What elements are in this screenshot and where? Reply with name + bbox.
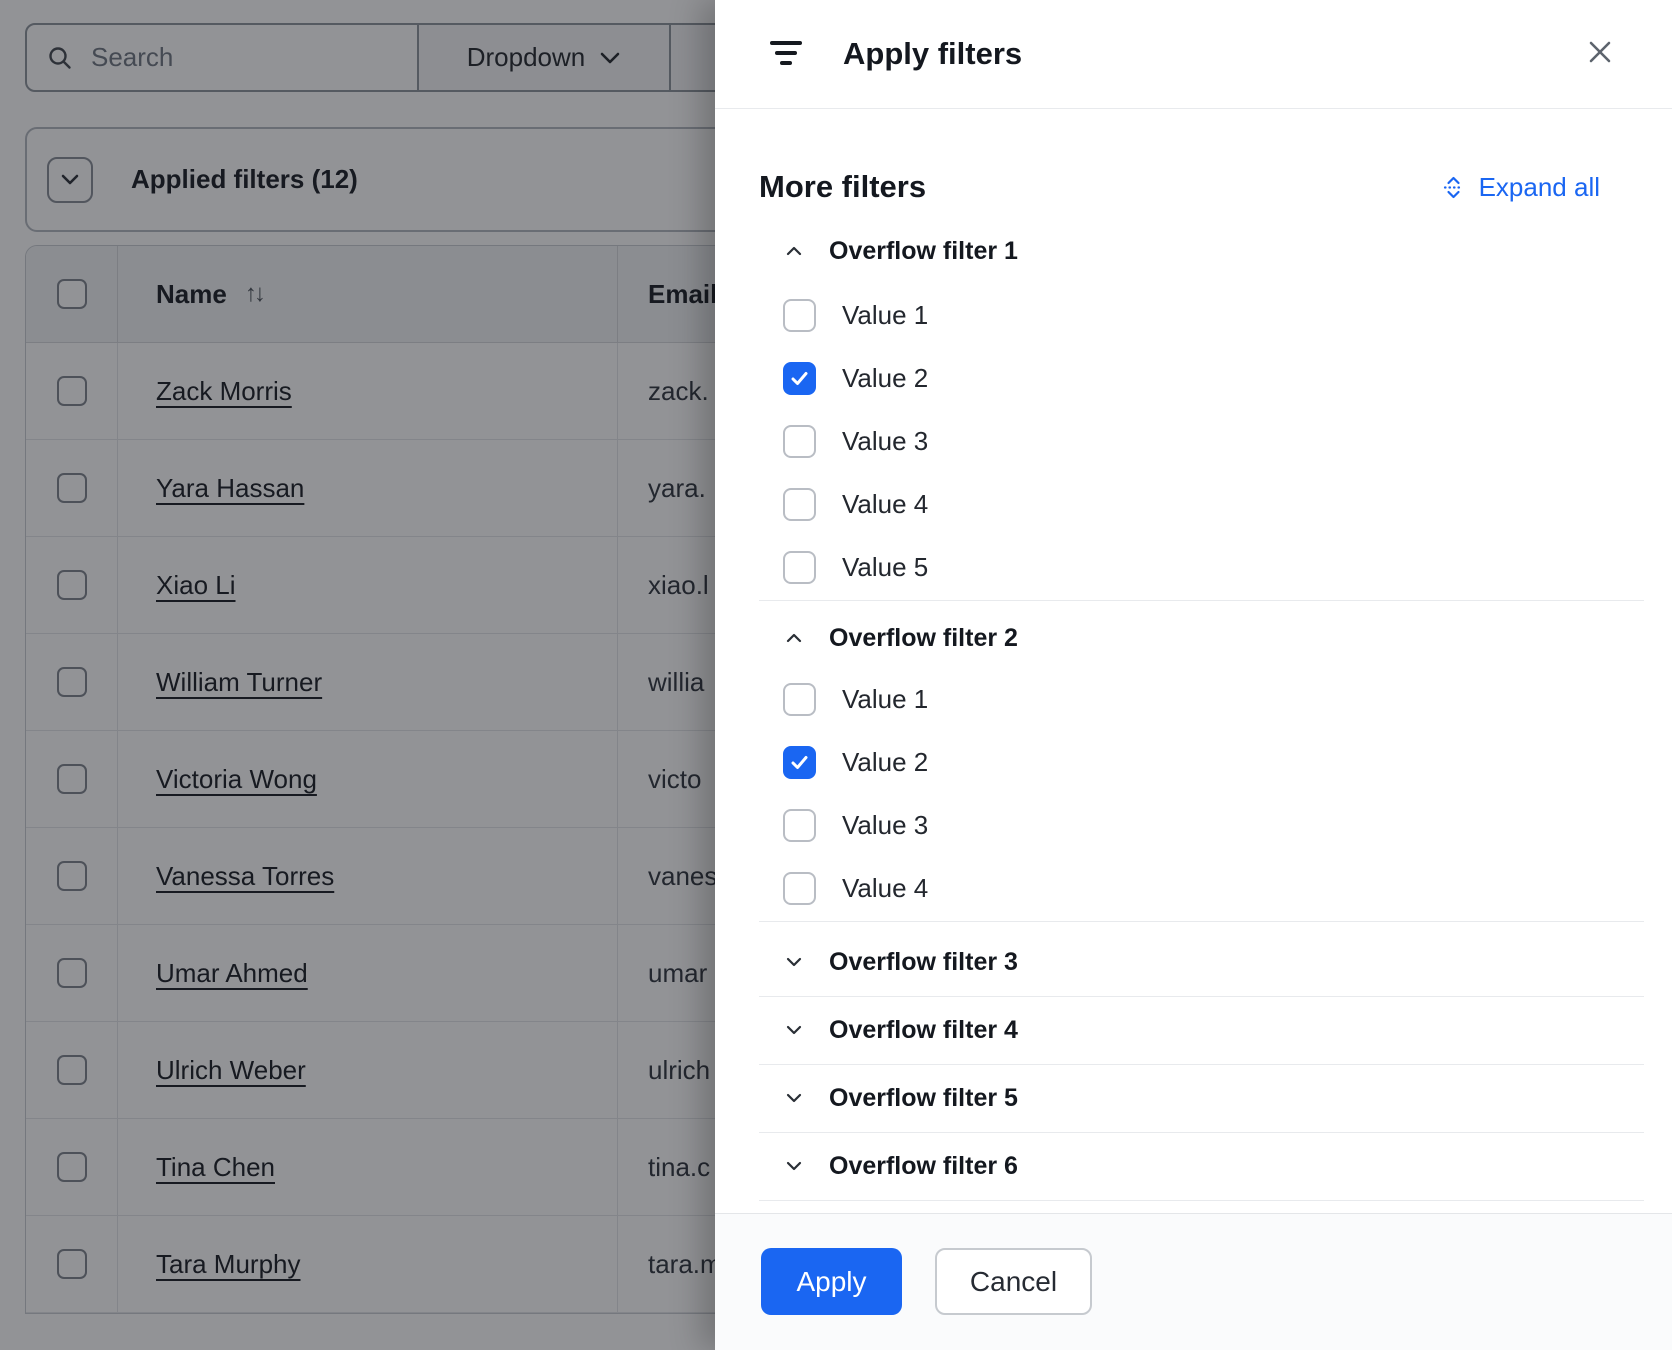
checkbox[interactable]	[783, 683, 816, 716]
divider	[759, 1200, 1644, 1201]
chevron-down-icon	[785, 956, 803, 968]
filter-value-label: Value 3	[842, 426, 928, 457]
checkbox[interactable]	[783, 551, 816, 584]
close-icon	[1586, 38, 1614, 66]
filter-group-header[interactable]: Overflow filter 6	[785, 1143, 1018, 1189]
filter-value-row[interactable]: Value 3	[783, 410, 928, 473]
modal-backdrop[interactable]	[0, 0, 715, 1350]
panel-footer: Apply Cancel	[715, 1213, 1672, 1350]
filter-value-row[interactable]: Value 4	[783, 857, 928, 920]
chevron-up-icon	[785, 245, 803, 257]
expand-all-label: Expand all	[1479, 172, 1600, 203]
chevron-down-icon	[785, 1092, 803, 1104]
filter-value-row[interactable]: Value 2	[783, 347, 928, 410]
filter-value-label: Value 4	[842, 489, 928, 520]
filter-value-label: Value 2	[842, 747, 928, 778]
chevron-up-icon	[785, 632, 803, 644]
expand-all-button[interactable]: Expand all	[1440, 172, 1600, 203]
filter-value-row[interactable]: Value 2	[783, 731, 928, 794]
filter-value-row[interactable]: Value 3	[783, 794, 928, 857]
filter-value-label: Value 4	[842, 873, 928, 904]
divider	[759, 921, 1644, 922]
filter-group-header[interactable]: Overflow filter 1	[785, 228, 1018, 274]
filter-value-row[interactable]: Value 1	[783, 284, 928, 347]
divider	[759, 1064, 1644, 1065]
section-header: More filters Expand all	[759, 158, 1600, 216]
expand-all-icon	[1440, 174, 1467, 201]
checkbox-checked[interactable]	[783, 362, 816, 395]
divider	[759, 996, 1644, 997]
checkbox[interactable]	[783, 809, 816, 842]
checkbox-checked[interactable]	[783, 746, 816, 779]
filter-group-header[interactable]: Overflow filter 5	[785, 1075, 1018, 1121]
check-icon	[789, 752, 810, 773]
filter-group-label: Overflow filter 1	[829, 237, 1018, 266]
filter-value-row[interactable]: Value 1	[783, 668, 928, 731]
filter-icon	[770, 40, 802, 68]
checkbox[interactable]	[783, 488, 816, 521]
checkbox[interactable]	[783, 872, 816, 905]
panel-title: Apply filters	[843, 36, 1022, 72]
filter-group-label: Overflow filter 4	[829, 1016, 1018, 1045]
panel-header: Apply filters	[715, 0, 1672, 109]
filter-value-label: Value 1	[842, 684, 928, 715]
checkbox[interactable]	[783, 425, 816, 458]
section-title: More filters	[759, 169, 926, 205]
apply-button[interactable]: Apply	[761, 1248, 902, 1315]
apply-filters-panel: Apply filters More filters Expand all	[715, 0, 1672, 1350]
filter-value-row[interactable]: Value 4	[783, 473, 928, 536]
filter-value-row[interactable]: Value 5	[783, 536, 928, 599]
filter-group-header[interactable]: Overflow filter 2	[785, 615, 1018, 661]
filter-value-label: Value 2	[842, 363, 928, 394]
cancel-button[interactable]: Cancel	[935, 1248, 1092, 1315]
check-icon	[789, 368, 810, 389]
filter-value-label: Value 1	[842, 300, 928, 331]
chevron-down-icon	[785, 1160, 803, 1172]
filter-value-label: Value 5	[842, 552, 928, 583]
chevron-down-icon	[785, 1024, 803, 1036]
filter-value-label: Value 3	[842, 810, 928, 841]
filter-group-label: Overflow filter 6	[829, 1152, 1018, 1181]
close-button[interactable]	[1580, 32, 1620, 72]
divider	[759, 600, 1644, 601]
filter-group-label: Overflow filter 2	[829, 624, 1018, 653]
filter-group-header[interactable]: Overflow filter 3	[785, 939, 1018, 985]
divider	[759, 1132, 1644, 1133]
checkbox[interactable]	[783, 299, 816, 332]
filter-group-label: Overflow filter 5	[829, 1084, 1018, 1113]
filter-group-label: Overflow filter 3	[829, 948, 1018, 977]
screen: Dropdown Applied filters (12) N	[0, 0, 1672, 1350]
filter-group-header[interactable]: Overflow filter 4	[785, 1007, 1018, 1053]
